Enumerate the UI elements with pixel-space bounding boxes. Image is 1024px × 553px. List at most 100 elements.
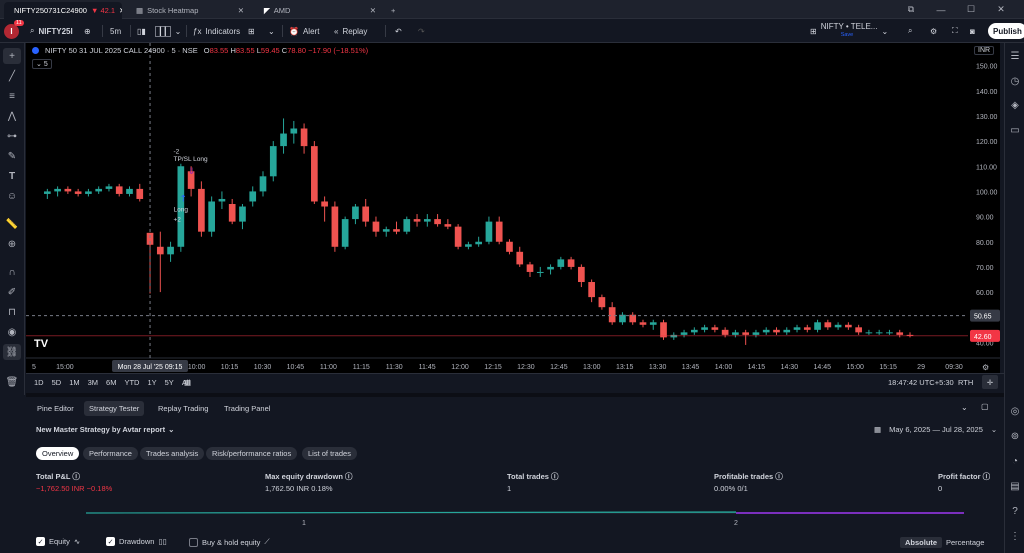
emoji-tool[interactable]: ☺ (3, 188, 21, 204)
range-button-5d[interactable]: 5D (52, 378, 62, 387)
hide-tool[interactable]: ◉ (3, 324, 21, 340)
maximize-button[interactable]: ☐ (960, 2, 982, 17)
fullscreen-icon: ⛶ (952, 26, 958, 35)
search-icon: ⌕ (30, 26, 35, 35)
tab-strategy-tester[interactable]: Strategy Tester (84, 401, 145, 416)
tab-amd[interactable]: ◤ AMD ✕ (258, 2, 382, 19)
zoom-tool[interactable]: ⊕ (3, 236, 21, 252)
lock-tool[interactable]: ⊓ (3, 304, 21, 320)
magnet-icon: ∩ (8, 266, 16, 278)
interval-button[interactable]: 5m (110, 23, 121, 39)
range-button-3m[interactable]: 3M (88, 378, 98, 387)
pattern-tool[interactable]: ⋀ (3, 108, 21, 124)
tab-replay-trading[interactable]: Replay Trading (153, 401, 213, 416)
tab-heatmap[interactable]: ▦ Stock Heatmap ✕ (130, 2, 250, 19)
watchlist-button[interactable]: ☰ (1007, 48, 1023, 64)
new-tab-button[interactable]: + (385, 2, 401, 19)
settings-button[interactable]: ⚙ (930, 23, 937, 39)
fullscreen-button[interactable]: ⛶ (952, 23, 958, 39)
hotlist-button[interactable]: ◔ (1007, 453, 1023, 469)
maximize-panel-button[interactable]: ▢ (981, 402, 989, 411)
candle-body (167, 246, 174, 255)
range-button-ytd[interactable]: YTD (124, 378, 139, 387)
redo-button[interactable]: ↷ (418, 23, 425, 39)
range-button-6m[interactable]: 6M (106, 378, 116, 387)
undo-button[interactable]: ↶ (395, 23, 402, 39)
help-button[interactable]: ? (1007, 503, 1023, 519)
apps-button[interactable]: ⋮ (1007, 528, 1023, 544)
remove-tool[interactable]: 🗑 (3, 374, 21, 390)
range-button-5y[interactable]: 5Y (165, 378, 174, 387)
subtab-list-of-trades[interactable]: List of trades (302, 447, 357, 460)
alerts-button[interactable]: ◷ (1007, 73, 1023, 89)
symbol-search[interactable]: ⌕ NIFTY25I (30, 23, 73, 39)
compare-button[interactable]: ⊕ (84, 23, 91, 39)
publish-button[interactable]: Publish (988, 23, 1024, 39)
price-chart[interactable]: 150.00 140.00 130.00 120.00 110.00 100.00 90.0… (26, 43, 1000, 373)
replay-button[interactable]: «Replay (334, 23, 367, 39)
community-button[interactable]: ⊚ (1007, 428, 1023, 444)
templates-chevron[interactable]: ⌄ (268, 23, 275, 39)
candle-body (701, 327, 708, 330)
chart-type-button[interactable]: ┃┃ ⌄ (155, 23, 181, 39)
strategy-selector[interactable]: New Master Strategy by Avtar report ⌄ (36, 425, 174, 434)
forecast-tool[interactable]: ⊶ (3, 128, 21, 144)
candle-body (115, 186, 123, 194)
subtab-overview[interactable]: Overview (36, 447, 80, 460)
indicator-collapse-button[interactable]: ⌄ 5 (32, 59, 52, 69)
absolute-toggle[interactable]: Absolute (900, 537, 943, 548)
ruler-tool[interactable]: 📏 (3, 216, 21, 232)
magnet-tool[interactable]: ∩ (3, 264, 21, 280)
snapshot-button[interactable]: ◙ (970, 23, 975, 39)
fib-tool[interactable]: ≡ (3, 88, 21, 104)
avatar[interactable]: I 11 (4, 20, 24, 39)
candle-body (742, 332, 750, 335)
alert-button[interactable]: ⏰ Alert (289, 23, 319, 39)
quick-search-button[interactable]: ⌕ (908, 23, 912, 39)
close-window-button[interactable]: ✕ (990, 2, 1012, 17)
tab-pine-editor[interactable]: Pine Editor (32, 401, 79, 416)
redo-icon: ↷ (418, 26, 425, 36)
crosshair-tool[interactable]: + (3, 48, 21, 64)
drawdown-checkbox[interactable]: ✓ Drawdown ▯▯ (106, 537, 167, 546)
collapse-panel-button[interactable]: ⌄ (961, 403, 968, 412)
range-button-1y[interactable]: 1Y (147, 378, 156, 387)
goto-date-button[interactable]: ▦ (184, 378, 191, 387)
stay-drawing-tool[interactable]: ✐ (3, 284, 21, 300)
session-button[interactable]: RTH (958, 378, 973, 387)
chat-button[interactable]: ▭ (1007, 122, 1023, 138)
buy-hold-checkbox[interactable]: Buy & hold equity ⟋ (189, 537, 270, 547)
close-icon[interactable]: ✕ (238, 6, 244, 15)
trendline-tool[interactable]: ╱ (3, 68, 21, 84)
templates-button[interactable]: ⊞ (248, 23, 255, 39)
range-button-1m[interactable]: 1M (69, 378, 79, 387)
cast-icon[interactable]: ⧉ (900, 2, 922, 17)
range-button-1d[interactable]: 1D (34, 378, 44, 387)
crosshair-settings-button[interactable]: ✛ (982, 375, 998, 389)
candlestick-chart[interactable]: 150.00 140.00 130.00 120.00 110.00 100.00 90.0… (26, 43, 1000, 373)
layout-button[interactable]: ⊞ NIFTY • TELE... Save ⌄ (810, 23, 888, 39)
indicators-button[interactable]: ƒx Indicators (193, 23, 240, 39)
equity-checkbox[interactable]: ✓ Equity ∿ (36, 537, 80, 546)
currency-button[interactable]: INR (974, 46, 995, 55)
bar-style-button[interactable]: ▯▮ (137, 23, 146, 39)
timezone-clock[interactable]: 18:47:42 UTC+5:30 (888, 378, 954, 387)
percentage-toggle[interactable]: Percentage (946, 538, 984, 547)
subtab-risk-ratios[interactable]: Risk/performance ratios (206, 447, 298, 460)
subtab-performance[interactable]: Performance (83, 447, 138, 460)
candle-body (331, 206, 339, 247)
tab-nifty[interactable]: NIFTY250731C24900 ▼ 42.1 ✕ (4, 2, 122, 19)
date-range-selector[interactable]: ▦ May 6, 2025 — Jul 28, 2025 ⌄ (874, 425, 997, 434)
text-tool[interactable]: T (3, 168, 21, 184)
search-icon: ⌕ (908, 26, 913, 35)
brush-tool[interactable]: ✎ (3, 148, 21, 164)
calendar-button[interactable]: ▤ (1007, 478, 1023, 494)
sync-tool[interactable]: ⛓ (3, 344, 21, 360)
subtab-trades-analysis[interactable]: Trades analysis (140, 447, 205, 460)
tab-trading-panel[interactable]: Trading Panel (219, 401, 275, 416)
minimize-button[interactable]: — (930, 2, 952, 17)
close-icon[interactable]: ✕ (119, 6, 122, 15)
close-icon[interactable]: ✕ (370, 6, 376, 15)
target-button[interactable]: ◎ (1007, 403, 1023, 419)
layers-button[interactable]: ◈ (1007, 97, 1023, 113)
